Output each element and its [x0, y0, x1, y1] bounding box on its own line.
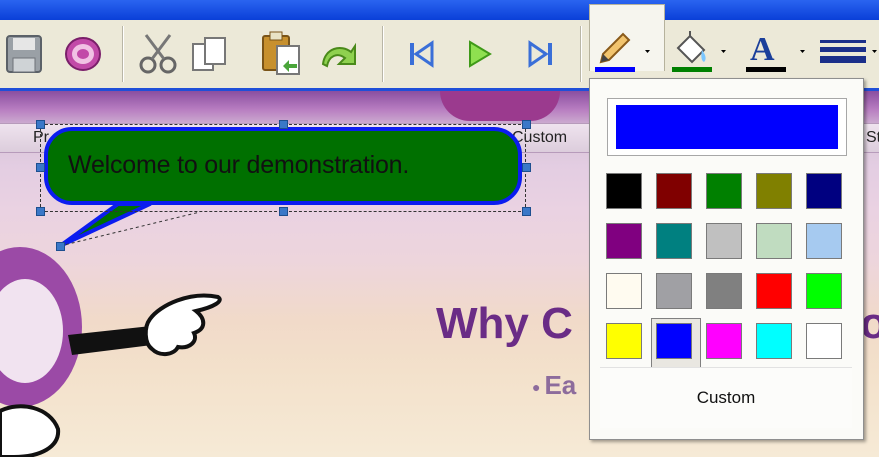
callout-tail-handle[interactable] — [56, 242, 65, 251]
resize-handle-n[interactable] — [279, 120, 288, 129]
color-swatch-fill — [806, 273, 842, 309]
resize-handle-se[interactable] — [522, 207, 531, 216]
color-swatch-fill — [706, 223, 742, 259]
color-swatch[interactable] — [801, 168, 851, 218]
color-swatch-fill — [806, 323, 842, 359]
color-swatch[interactable] — [801, 218, 851, 268]
color-swatch-fill — [756, 273, 792, 309]
resize-handle-nw[interactable] — [36, 120, 45, 129]
color-swatch[interactable] — [601, 218, 651, 268]
color-swatch-fill — [606, 173, 642, 209]
color-swatch[interactable] — [751, 268, 801, 318]
color-picker-popup: Custom — [589, 78, 864, 440]
current-color-preview — [616, 105, 838, 149]
color-swatch-grid — [601, 168, 851, 368]
resize-handle-ne[interactable] — [522, 120, 531, 129]
color-swatch-fill — [756, 323, 792, 359]
color-swatch-fill — [706, 173, 742, 209]
color-swatch-fill — [756, 223, 792, 259]
color-swatch[interactable] — [651, 168, 701, 218]
color-swatch[interactable] — [601, 168, 651, 218]
selection-box — [40, 124, 526, 212]
color-swatch[interactable] — [801, 318, 851, 368]
color-swatch-fill — [756, 173, 792, 209]
color-swatch-fill — [656, 223, 692, 259]
color-swatch[interactable] — [751, 168, 801, 218]
color-swatch[interactable] — [601, 318, 651, 368]
color-swatch[interactable] — [701, 318, 751, 368]
resize-handle-sw[interactable] — [36, 207, 45, 216]
color-swatch-fill — [606, 323, 642, 359]
color-swatch[interactable] — [701, 168, 751, 218]
resize-handle-w[interactable] — [36, 163, 45, 172]
color-swatch-fill — [606, 273, 642, 309]
color-swatch[interactable] — [651, 318, 701, 368]
color-swatch[interactable] — [651, 218, 701, 268]
custom-color-button[interactable]: Custom — [600, 367, 852, 428]
color-swatch-fill — [606, 223, 642, 259]
color-swatch[interactable] — [701, 268, 751, 318]
color-swatch[interactable] — [751, 318, 801, 368]
color-swatch-fill — [656, 323, 692, 359]
color-swatch[interactable] — [751, 218, 801, 268]
color-swatch[interactable] — [651, 268, 701, 318]
color-swatch[interactable] — [701, 218, 751, 268]
color-swatch-fill — [656, 273, 692, 309]
color-swatch-fill — [706, 273, 742, 309]
color-swatch-fill — [806, 173, 842, 209]
color-swatch[interactable] — [801, 268, 851, 318]
current-color-frame — [607, 98, 847, 156]
custom-color-label: Custom — [696, 388, 756, 407]
color-swatch-fill — [656, 173, 692, 209]
resize-handle-s[interactable] — [279, 207, 288, 216]
color-swatch[interactable] — [601, 268, 651, 318]
color-swatch-fill — [806, 223, 842, 259]
color-swatch-fill — [706, 323, 742, 359]
resize-handle-e[interactable] — [522, 163, 531, 172]
